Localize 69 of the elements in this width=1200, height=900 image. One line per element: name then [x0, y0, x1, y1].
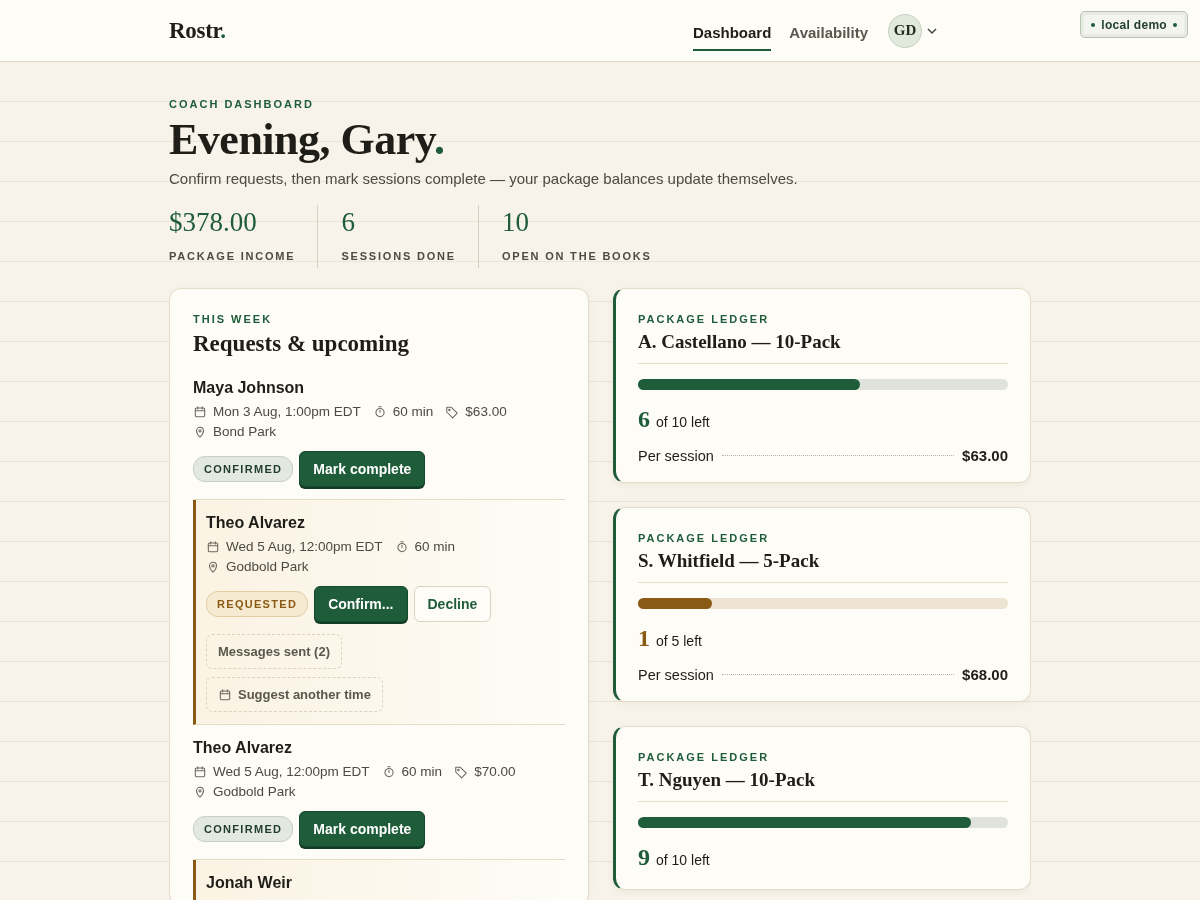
- client-name: Jonah Weir: [206, 874, 293, 893]
- stat-label: PACKAGE INCOME: [169, 250, 296, 263]
- nav-tab[interactable]: Availability: [789, 14, 868, 51]
- calendar-icon: [193, 764, 207, 779]
- demo-label: local demo: [1101, 17, 1167, 32]
- account-menu[interactable]: GD: [888, 13, 938, 48]
- page-subtitle: Confirm requests, then mark sessions complete — your package balances update themselves.: [169, 170, 799, 188]
- location-pin-icon: [193, 424, 207, 439]
- primary-button[interactable]: Mark complete: [299, 811, 426, 848]
- sessions-total: of 5 left: [656, 633, 702, 650]
- page-eyebrow: COACH DASHBOARD: [169, 98, 315, 110]
- rate-value: $68.00: [962, 666, 1008, 684]
- greeting-title: Evening, Gary.: [169, 116, 446, 165]
- ghost-button[interactable]: Messages sent (2): [206, 634, 342, 670]
- card-eyebrow: PACKAGE LEDGER: [638, 751, 771, 764]
- session-duration: 60 min: [401, 764, 443, 780]
- nav-tab[interactable]: Dashboard: [693, 14, 772, 51]
- session-price: $70.00: [474, 764, 516, 780]
- sessions-total: of 10 left: [656, 852, 710, 869]
- status-badge: CONFIRMED: [193, 456, 294, 483]
- sessions-left: 9: [638, 844, 650, 872]
- avatar: GD: [888, 13, 922, 48]
- decline-button[interactable]: Decline: [413, 586, 492, 623]
- stopwatch-icon: [394, 539, 409, 554]
- card-eyebrow: PACKAGE LEDGER: [638, 313, 771, 326]
- session-date: Wed 5 Aug, 12:00pm EDT: [213, 764, 370, 780]
- tag-icon: [454, 764, 469, 779]
- location-pin-icon: [206, 559, 220, 574]
- card-eyebrow: PACKAGE LEDGER: [638, 532, 771, 545]
- status-badge: REQUESTED: [206, 591, 309, 618]
- session-location: Godbold Park: [213, 784, 296, 800]
- card-eyebrow: THIS WEEK: [193, 313, 274, 326]
- session-location: Bond Park: [213, 424, 277, 440]
- session-duration: 60 min: [414, 539, 456, 555]
- tag-icon: [445, 404, 460, 419]
- sessions-total: of 10 left: [656, 414, 710, 431]
- calendar-icon: [218, 687, 232, 702]
- rate-label: Per session: [638, 666, 714, 683]
- stopwatch-icon: [381, 764, 396, 779]
- ledger-title: S. Whitfield — 5-Pack: [638, 550, 1008, 584]
- sessions-left: 1: [638, 625, 650, 653]
- location-pin-icon: [193, 784, 207, 799]
- client-name: Maya Johnson: [193, 379, 306, 398]
- stat-label: OPEN ON THE BOOKS: [501, 250, 652, 263]
- session-location: Godbold Park: [226, 559, 309, 575]
- sessions-left: 6: [638, 406, 650, 434]
- primary-button[interactable]: Mark complete: [299, 451, 426, 488]
- ledger-title: T. Nguyen — 10-Pack: [638, 769, 1008, 803]
- session-price: $63.00: [465, 404, 507, 420]
- client-name: Theo Alvarez: [206, 514, 306, 533]
- session-duration: 60 min: [392, 404, 434, 420]
- ghost-button[interactable]: Suggest another time: [206, 677, 383, 713]
- rate-label: Per session: [638, 447, 714, 464]
- stat-value: 10: [501, 209, 530, 237]
- stopwatch-icon: [372, 404, 387, 419]
- ledger-title: A. Castellano — 10-Pack: [638, 331, 1008, 365]
- client-name: Theo Alvarez: [193, 739, 293, 758]
- session-date: Mon 3 Aug, 1:00pm EDT: [213, 404, 361, 420]
- primary-button[interactable]: Confirm...: [314, 586, 408, 623]
- calendar-icon: [193, 404, 207, 419]
- calendar-icon: [206, 539, 220, 554]
- rate-value: $63.00: [962, 447, 1008, 465]
- stat-label: SESSIONS DONE: [341, 250, 456, 263]
- card-title: Requests & upcoming: [193, 331, 410, 358]
- session-date: Wed 5 Aug, 12:00pm EDT: [226, 539, 383, 555]
- stat-value: $378.00: [169, 209, 258, 237]
- brand-logo[interactable]: Rostr.: [169, 17, 226, 44]
- stat-value: 6: [341, 209, 356, 237]
- status-badge: CONFIRMED: [193, 816, 294, 843]
